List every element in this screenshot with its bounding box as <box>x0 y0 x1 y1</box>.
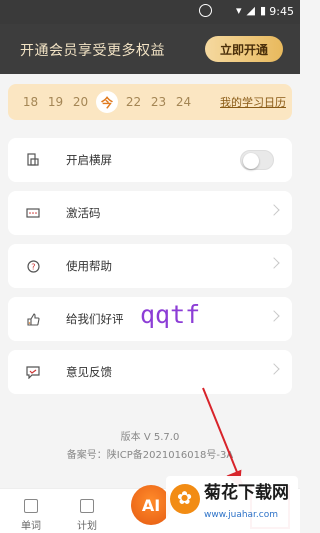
calendar-day[interactable]: 22 <box>121 95 146 109</box>
menu-item-activation-code[interactable]: 激活码 <box>8 191 292 235</box>
svg-text:?: ? <box>31 262 35 271</box>
menu-item-help[interactable]: ? 使用帮助 <box>8 244 292 288</box>
chevron-right-icon <box>268 310 280 322</box>
study-calendar: 18 19 20 今 22 23 24 我的学习日历 <box>8 84 292 120</box>
chevron-right-icon <box>268 363 280 375</box>
wifi-icon: ▾ <box>235 4 242 17</box>
calendar-days: 18 19 20 今 22 23 24 <box>8 91 196 113</box>
watermark-url: www.juahar.com <box>204 510 279 520</box>
status-time: 9:45 <box>269 5 294 18</box>
settings-menu: 开启横屏 激活码 ? 使用帮助 给我们好评 意见反馈 <box>8 138 292 403</box>
menu-item-landscape[interactable]: 开启横屏 <box>8 138 292 182</box>
app-version: 版本 V 5.7.0 <box>120 432 180 443</box>
calendar-icon <box>80 499 94 513</box>
screen-rotate-icon <box>26 153 40 167</box>
notification-icon <box>199 4 212 17</box>
tab-words[interactable]: 单词 <box>14 499 48 532</box>
flower-logo-icon <box>170 484 200 514</box>
calendar-today[interactable]: 今 <box>96 91 118 113</box>
calendar-day[interactable]: 24 <box>171 95 196 109</box>
chevron-right-icon <box>268 204 280 216</box>
keycode-icon <box>26 206 40 220</box>
calendar-day[interactable]: 20 <box>68 95 93 109</box>
feedback-icon <box>26 365 40 379</box>
menu-item-label: 开启横屏 <box>66 153 112 167</box>
battery-icon: ▮ <box>259 4 266 17</box>
menu-item-label: 意见反馈 <box>66 365 112 379</box>
status-icons: ▾ ◢ ▮ <box>236 4 266 17</box>
book-icon <box>24 499 38 513</box>
menu-item-label: 给我们好评 <box>66 312 124 326</box>
tab-label: 单词 <box>21 521 41 532</box>
tab-plan[interactable]: 计划 <box>70 499 104 532</box>
landscape-toggle[interactable] <box>240 150 274 170</box>
overlay-annotation-text: qqtf <box>140 300 201 329</box>
menu-item-label: 使用帮助 <box>66 259 112 273</box>
vip-banner-text: 开通会员享受更多权益 <box>20 43 165 59</box>
watermark-title: 菊花下载网 <box>204 483 289 503</box>
thumbs-up-icon <box>26 312 40 326</box>
calendar-day[interactable]: 18 <box>18 95 43 109</box>
watermark: 菊花下载网 www.juahar.com <box>166 476 298 530</box>
study-calendar-link[interactable]: 我的学习日历 <box>220 94 286 110</box>
menu-item-feedback[interactable]: 意见反馈 <box>8 350 292 394</box>
icp-record: 备案号：陕ICP备2021016018号-3A <box>66 450 234 461</box>
tab-label: 计划 <box>77 521 97 532</box>
ai-button[interactable]: AI <box>131 485 171 525</box>
calendar-day[interactable]: 19 <box>43 95 68 109</box>
signal-icon: ◢ <box>246 4 255 17</box>
chevron-right-icon <box>268 257 280 269</box>
status-bar: ▾ ◢ ▮ 9:45 <box>0 0 300 24</box>
open-vip-button[interactable]: 立即开通 <box>205 36 283 62</box>
menu-item-label: 激活码 <box>66 206 101 220</box>
help-icon: ? <box>26 259 40 273</box>
calendar-day[interactable]: 23 <box>146 95 171 109</box>
